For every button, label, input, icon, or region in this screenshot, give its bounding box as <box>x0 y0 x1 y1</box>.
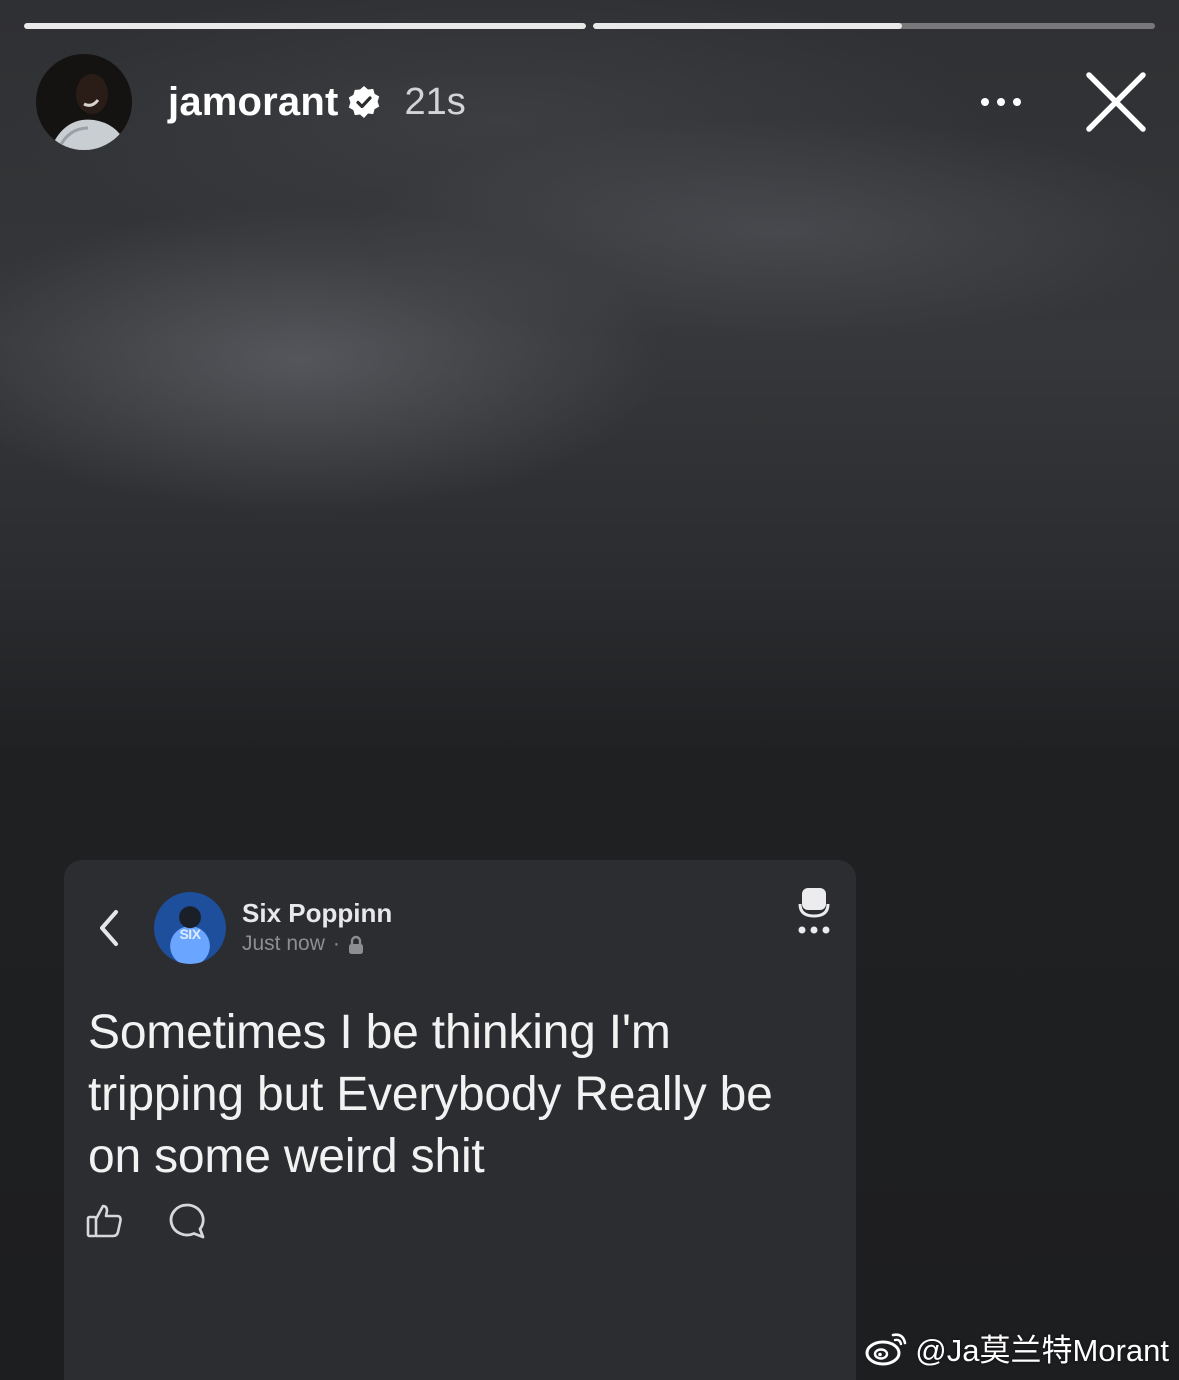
progress-segment-2 <box>593 23 1155 29</box>
more-horizontal-icon[interactable] <box>969 82 1033 122</box>
thumbs-up-icon[interactable] <box>86 1202 124 1240</box>
post-subline: Just now · <box>242 929 392 959</box>
avatar[interactable] <box>36 54 132 150</box>
more-options-icon[interactable] <box>794 886 834 940</box>
chevron-left-icon[interactable] <box>92 906 126 950</box>
more-dot <box>997 98 1005 106</box>
avatar-photo-icon <box>36 54 132 150</box>
story-progress-bar <box>24 23 1155 29</box>
story-header: jamorant 21s <box>36 54 1151 150</box>
progress-fill-1 <box>24 23 586 29</box>
watermark: @Ja莫兰特Morant <box>865 1325 1169 1370</box>
comment-icon[interactable] <box>168 1202 206 1240</box>
post-author-name[interactable]: Six Poppinn <box>242 897 392 929</box>
progress-fill-2 <box>593 23 903 29</box>
post-timestamp: Just now <box>242 932 325 955</box>
shared-post-card[interactable]: SIX Six Poppinn Just now · Sometimes I b… <box>64 860 856 1380</box>
username[interactable]: jamorant <box>168 80 339 125</box>
meta-separator: · <box>332 932 340 955</box>
more-dot <box>1013 98 1021 106</box>
watermark-text: @Ja莫兰特Morant <box>915 1333 1169 1368</box>
post-header: SIX Six Poppinn Just now · <box>92 890 832 966</box>
weibo-icon <box>865 1329 909 1367</box>
close-icon[interactable] <box>1083 69 1149 135</box>
six-logo-icon: SIX <box>179 925 201 942</box>
progress-segment-1 <box>24 23 586 29</box>
story-viewer[interactable]: jamorant 21s SIX Six Poppinn Just now · … <box>0 0 1179 1380</box>
post-actions <box>86 1202 206 1240</box>
verified-badge-icon <box>347 85 381 119</box>
more-dot <box>981 98 989 106</box>
post-body-text: Sometimes I be thinking I'm tripping but… <box>88 1006 773 1183</box>
post-author-avatar[interactable]: SIX <box>154 892 226 964</box>
post-meta: Six Poppinn Just now · <box>242 897 392 959</box>
lock-icon <box>348 934 364 954</box>
story-timestamp: 21s <box>404 80 466 123</box>
